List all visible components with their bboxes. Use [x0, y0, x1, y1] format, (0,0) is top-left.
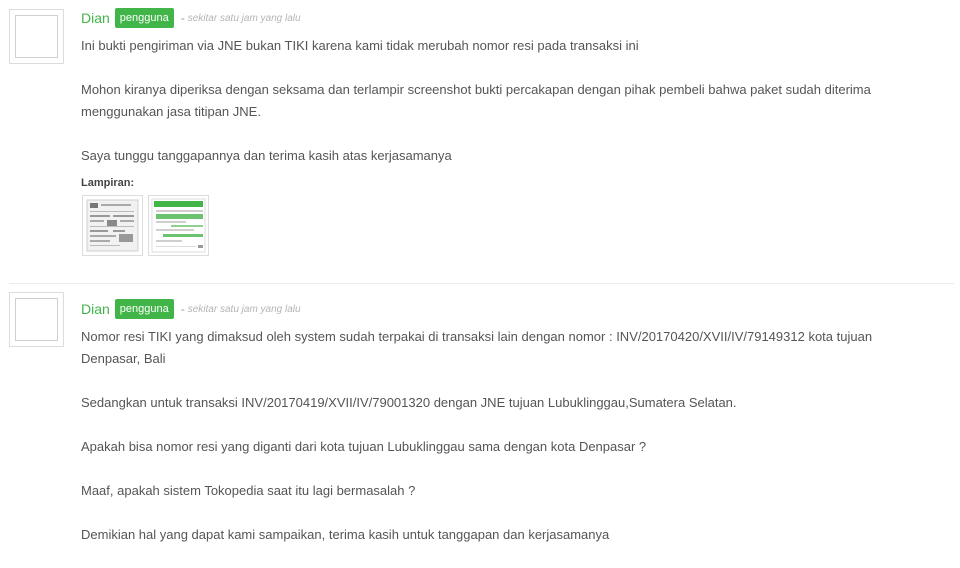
comment: Dian pengguna - sekitar satu jam yang la…	[9, 0, 954, 284]
comment-paragraph: Apakah bisa nomor resi yang diganti dari…	[81, 439, 647, 454]
comment-thread: Dian pengguna - sekitar satu jam yang la…	[0, 0, 960, 562]
comment-paragraph: Maaf, apakah sistem Tokopedia saat itu l…	[81, 483, 416, 498]
avatar[interactable]	[9, 9, 64, 64]
timestamp: sekitar satu jam yang lalu	[187, 12, 301, 24]
comment-paragraph: Sedangkan untuk transaksi INV/20170419/X…	[81, 395, 737, 410]
comment-meta: Dian pengguna - sekitar satu jam yang la…	[81, 7, 301, 29]
meta-separator: -	[180, 302, 185, 316]
comment-paragraph: Nomor resi TIKI yang dimaksud oleh syste…	[81, 329, 873, 366]
comment-paragraph: Demikian hal yang dapat kami sampaikan, …	[81, 527, 610, 542]
comment-body: Nomor resi TIKI yang dimaksud oleh syste…	[81, 326, 931, 568]
comment-paragraph: Saya tunggu tanggapannya dan terima kasi…	[81, 148, 452, 163]
timestamp: sekitar satu jam yang lalu	[187, 303, 301, 315]
attachments-list	[82, 195, 209, 256]
author-name[interactable]: Dian	[81, 301, 110, 317]
receipt-image-icon[interactable]	[82, 195, 143, 256]
comment-body: Ini bukti pengiriman via JNE bukan TIKI …	[81, 35, 941, 189]
author-name[interactable]: Dian	[81, 10, 110, 26]
comment-paragraph: Ini bukti pengiriman via JNE bukan TIKI …	[81, 38, 639, 53]
attachments-label: Lampiran:	[81, 177, 135, 189]
meta-separator: -	[180, 11, 185, 25]
chat-screenshot-icon[interactable]	[148, 195, 209, 256]
role-badge: pengguna	[114, 299, 174, 319]
comment-meta: Dian pengguna - sekitar satu jam yang la…	[81, 298, 301, 320]
avatar[interactable]	[9, 292, 64, 347]
role-badge: pengguna	[114, 8, 174, 28]
comment-paragraph: Mohon kiranya diperiksa dengan seksama d…	[81, 82, 871, 119]
